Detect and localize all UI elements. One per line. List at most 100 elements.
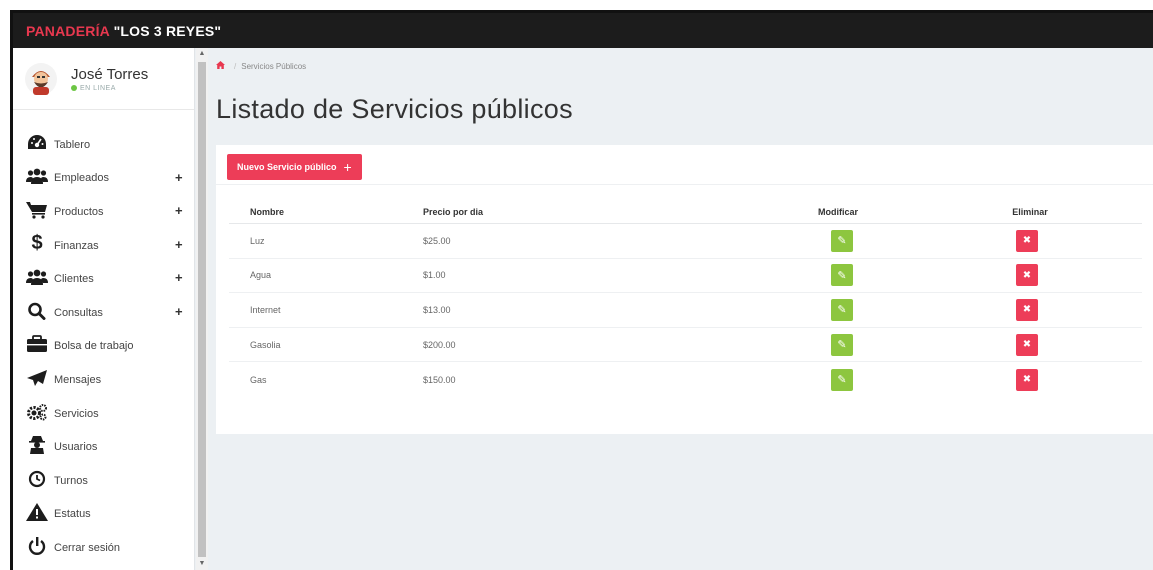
sidebar-item-tablero[interactable]: Tablero: [13, 126, 194, 160]
users-icon: [26, 267, 48, 287]
sidebar-item-turnos[interactable]: Turnos: [13, 462, 194, 496]
new-service-button[interactable]: Nuevo Servicio público +: [227, 154, 362, 180]
brand-logo[interactable]: PANADERÍA "LOS 3 REYES": [26, 23, 221, 39]
plus-icon: +: [343, 159, 352, 175]
sidebar-item-mensajes[interactable]: Mensajes: [13, 361, 194, 395]
column-header-modify: Modificar: [698, 207, 918, 217]
column-header-name: Nombre: [250, 206, 285, 217]
cell-modify: ✎: [698, 333, 918, 356]
power-icon: [26, 536, 48, 556]
sidebar-item-cerrar-sesion[interactable]: Cerrar sesión: [13, 529, 194, 563]
app-frame: PANADERÍA "LOS 3 REYES" José Torres EN L…: [10, 10, 1153, 570]
sidebar-item-finanzas[interactable]: $ Finanzas +: [13, 227, 194, 261]
user-status: EN LINEA: [71, 85, 148, 92]
edit-button[interactable]: ✎: [831, 264, 853, 287]
delete-button[interactable]: ✖: [1016, 229, 1038, 252]
breadcrumb: / Servicios Públicos: [216, 61, 306, 71]
scroll-up-icon[interactable]: ▲: [196, 48, 208, 60]
brand-subtitle: "LOS 3 REYES": [113, 22, 222, 39]
sidebar-item-label: Cerrar sesión: [54, 541, 121, 554]
delete-button[interactable]: ✖: [1016, 333, 1038, 356]
expand-plus-icon[interactable]: +: [175, 270, 183, 285]
dashboard-icon: [26, 133, 48, 153]
column-header-modify-label: Modificar: [817, 206, 858, 217]
cell-delete: ✖: [918, 368, 1142, 391]
cogs-icon: [26, 402, 48, 422]
sidebar-item-servicios[interactable]: Servicios: [13, 395, 194, 429]
cell-name: Gasolia: [250, 339, 281, 350]
sidebar-item-label: Mensajes: [54, 373, 102, 386]
home-icon[interactable]: [216, 61, 225, 71]
panel-header: Nuevo Servicio público +: [216, 145, 1153, 185]
sidebar-scrollbar[interactable]: ▲ ▼: [196, 48, 208, 570]
expand-plus-icon[interactable]: +: [175, 304, 183, 319]
user-name: José Torres: [71, 65, 149, 83]
cell-name: Gas: [250, 374, 267, 385]
column-header-delete: Eliminar: [918, 207, 1142, 217]
user-status-label: EN LINEA: [80, 84, 116, 92]
sidebar-item-usuarios[interactable]: Usuarios: [13, 428, 194, 462]
expand-plus-icon[interactable]: +: [175, 237, 183, 252]
search-icon: [26, 301, 48, 321]
user-panel: José Torres EN LINEA: [13, 48, 194, 110]
sidebar-item-label: Servicios: [54, 407, 99, 420]
cell-modify: ✎: [698, 368, 918, 391]
column-header-price: Precio por dia: [423, 206, 484, 217]
table-row: Gas $150.00 ✎ ✖: [229, 362, 1142, 397]
cell-delete: ✖: [918, 229, 1142, 252]
edit-button[interactable]: ✎: [831, 298, 853, 321]
expand-plus-icon[interactable]: +: [175, 203, 183, 218]
warning-icon: [26, 502, 48, 522]
sidebar-item-label: Productos: [54, 205, 104, 218]
cell-delete: ✖: [918, 333, 1142, 356]
delete-button[interactable]: ✖: [1016, 368, 1038, 391]
sidebar-item-productos[interactable]: Productos +: [13, 193, 194, 227]
edit-button[interactable]: ✎: [831, 368, 853, 391]
users-icon: [26, 166, 48, 186]
sidebar-item-label: Bolsa de trabajo: [54, 340, 134, 353]
breadcrumb-separator: /: [234, 61, 237, 71]
sidebar-item-clientes[interactable]: Clientes +: [13, 260, 194, 294]
services-table: Nombre Precio por dia Modificar Eliminar…: [229, 200, 1142, 397]
briefcase-icon: [26, 334, 48, 354]
cell-delete: ✖: [918, 264, 1142, 287]
cell-name: Luz: [250, 235, 265, 246]
sidebar-item-label: Tablero: [54, 138, 91, 151]
paper-plane-icon: [26, 368, 48, 388]
cell-price: $150.00: [423, 374, 456, 385]
cell-name: Internet: [250, 304, 281, 315]
table-row: Gasolia $200.00 ✎ ✖: [229, 328, 1142, 363]
sidebar-item-bolsa-de-trabajo[interactable]: Bolsa de trabajo: [13, 328, 194, 362]
sidebar-menu: Tablero Empleados + Productos + $ Finanz…: [13, 110, 194, 563]
cell-price: $200.00: [423, 339, 456, 350]
sidebar-item-label: Turnos: [54, 474, 88, 487]
sidebar-item-consultas[interactable]: Consultas +: [13, 294, 194, 328]
table-row: Luz $25.00 ✎ ✖: [229, 224, 1142, 259]
sidebar-item-empleados[interactable]: Empleados +: [13, 160, 194, 194]
expand-plus-icon[interactable]: +: [175, 170, 183, 185]
delete-button[interactable]: ✖: [1016, 264, 1038, 287]
sidebar-item-label: Estatus: [54, 508, 91, 521]
cell-modify: ✎: [698, 264, 918, 287]
cell-price: $1.00: [423, 270, 446, 281]
table-header-row: Nombre Precio por dia Modificar Eliminar: [229, 200, 1142, 224]
scroll-down-icon[interactable]: ▼: [196, 558, 208, 570]
brand-name: PANADERÍA: [26, 22, 110, 39]
sidebar-item-estatus[interactable]: Estatus: [13, 496, 194, 530]
sidebar: José Torres EN LINEA Tablero Empleados +: [13, 48, 195, 570]
delete-button[interactable]: ✖: [1016, 298, 1038, 321]
avatar: [25, 62, 57, 95]
breadcrumb-current: Servicios Públicos: [241, 61, 307, 71]
edit-button[interactable]: ✎: [831, 229, 853, 252]
column-header-delete-label: Eliminar: [1012, 206, 1048, 217]
edit-button[interactable]: ✎: [831, 333, 853, 356]
cell-modify: ✎: [698, 229, 918, 252]
top-bar: PANADERÍA "LOS 3 REYES": [13, 13, 1153, 48]
online-dot-icon: [71, 85, 77, 91]
sidebar-item-label: Usuarios: [54, 441, 98, 454]
cell-name: Agua: [250, 270, 272, 281]
table-row: Internet $13.00 ✎ ✖: [229, 293, 1142, 328]
cart-icon: [26, 200, 48, 220]
scroll-thumb[interactable]: [198, 62, 206, 557]
cell-modify: ✎: [698, 298, 918, 321]
